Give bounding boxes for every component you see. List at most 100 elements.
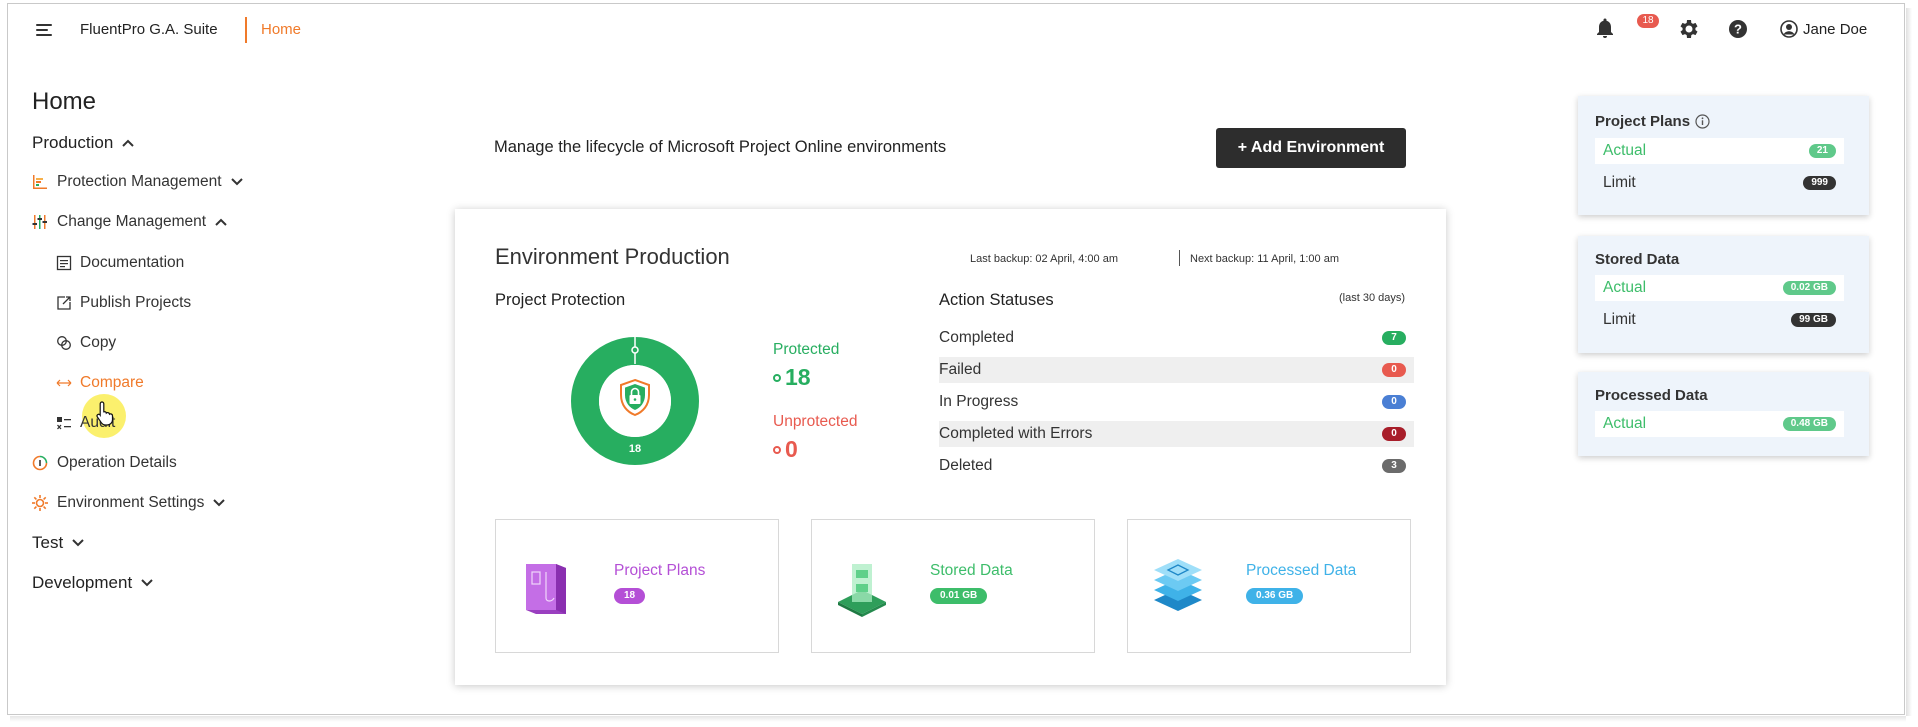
unprotected-value: 0 <box>773 436 798 463</box>
user-avatar-icon <box>1780 20 1798 38</box>
nav-sub-compare[interactable]: Compare <box>56 374 144 392</box>
nav-sub-label: Copy <box>80 334 117 351</box>
settings-button[interactable] <box>1677 17 1701 41</box>
donut-total-label: 18 <box>628 443 642 455</box>
usage-row-value: 21 <box>1808 144 1836 158</box>
audit-icon <box>57 417 71 430</box>
sliders-icon <box>32 215 47 229</box>
breadcrumb-home[interactable]: Home <box>261 21 301 38</box>
status-count: 0 <box>1382 363 1406 377</box>
usage-card-title-text: Project Plans <box>1595 113 1691 130</box>
chevron-down-icon <box>230 178 243 186</box>
nav-item-protection-management[interactable]: Protection Management <box>31 173 244 191</box>
compare-arrows-icon <box>56 379 72 387</box>
header-separator <box>245 17 247 43</box>
nav-item-label: Environment Settings <box>57 494 205 511</box>
nav-sub-copy[interactable]: Copy <box>56 334 116 352</box>
environment-title: Environment Production <box>495 244 730 269</box>
status-row-failed[interactable]: Failed 0 <box>939 357 1414 383</box>
status-label: In Progress <box>939 393 1019 410</box>
usage-card-title: Project Plans <box>1595 113 1710 130</box>
nav-sub-label: Documentation <box>80 254 185 271</box>
nav-item-label: Change Management <box>57 213 207 230</box>
card-value: 0.01 GB <box>930 588 988 604</box>
usage-row-label: Actual <box>1603 279 1647 296</box>
usage-row-value: 0.02 GB <box>1782 281 1836 295</box>
status-count: 7 <box>1382 331 1406 345</box>
user-menu[interactable]: Jane Doe <box>1780 19 1867 39</box>
status-count: 0 <box>1382 427 1406 441</box>
chevron-down-icon <box>213 499 226 507</box>
nav-group-label: Development <box>32 573 133 592</box>
usage-card-project-plans: Project Plans Actual 21 Limit 999 <box>1578 96 1869 215</box>
nav-sub-documentation[interactable]: Documentation <box>56 254 184 272</box>
last-backup: Last backup: 02 April, 4:00 am <box>970 253 1118 265</box>
document-icon <box>56 255 72 271</box>
unprotected-dot <box>773 445 781 454</box>
unprotected-value-text: 0 <box>785 436 798 462</box>
protection-donut-chart: 18 <box>570 336 700 466</box>
card-stored-data[interactable]: Stored Data 0.01 GB <box>811 519 1095 653</box>
nav-group-development[interactable]: Development <box>32 573 154 593</box>
add-environment-button[interactable]: + Add Environment <box>1216 128 1406 168</box>
copy-icon <box>57 336 71 350</box>
nav-item-change-management[interactable]: Change Management <box>31 213 228 231</box>
backup-separator <box>1179 250 1180 266</box>
usage-row-label: Limit <box>1603 174 1636 191</box>
card-project-plans[interactable]: Project Plans 18 <box>495 519 779 653</box>
card-value: 0.36 GB <box>1246 588 1304 604</box>
card-title: Project Plans <box>614 562 706 579</box>
top-bar: FluentPro G.A. Suite Home 18 ? Jane Doe <box>0 0 1918 58</box>
card-title: Processed Data <box>1246 562 1357 579</box>
status-row-completed-with-errors[interactable]: Completed with Errors 0 <box>939 421 1414 447</box>
protected-value: 18 <box>773 364 811 391</box>
donut-marker-dot <box>631 346 639 354</box>
usage-row-limit: Limit 99 GB <box>1595 307 1844 333</box>
next-backup: Next backup: 11 April, 1:00 am <box>1190 253 1339 265</box>
usage-row-value: 99 GB <box>1791 313 1836 327</box>
nav-item-operation-details[interactable]: Operation Details <box>31 454 177 472</box>
statuses-period: (last 30 days) <box>1339 292 1406 304</box>
status-label: Failed <box>939 361 982 378</box>
nav-item-environment-settings[interactable]: Environment Settings <box>31 494 226 512</box>
usage-row-label: Actual <box>1603 415 1647 432</box>
unprotected-label: Unprotected <box>773 413 858 430</box>
card-processed-data[interactable]: Processed Data 0.36 GB <box>1127 519 1411 653</box>
status-row-completed[interactable]: Completed 7 <box>939 325 1414 351</box>
usage-card-title: Stored Data <box>1595 251 1680 268</box>
usage-row-actual: Actual 0.48 GB <box>1595 411 1844 437</box>
protected-value-text: 18 <box>785 364 811 390</box>
manage-description: Manage the lifecycle of Microsoft Projec… <box>494 138 947 156</box>
protection-chart-icon <box>33 175 47 189</box>
hamburger-menu-icon[interactable] <box>36 24 56 38</box>
info-icon[interactable] <box>1695 114 1710 129</box>
environment-card: Environment Production Last backup: 02 A… <box>455 209 1446 685</box>
status-label: Completed with Errors <box>939 425 1093 442</box>
processed-data-icon <box>1154 559 1202 611</box>
app-name: FluentPro G.A. Suite <box>80 21 218 38</box>
usage-card-title: Processed Data <box>1595 387 1708 404</box>
gear-icon <box>1680 20 1698 38</box>
chevron-down-icon <box>141 579 153 587</box>
hand-cursor-icon <box>96 401 114 426</box>
usage-card-processed-data: Processed Data Actual 0.48 GB <box>1578 372 1869 456</box>
nav-group-production[interactable]: Production <box>32 133 135 153</box>
nav-item-label: Protection Management <box>57 173 222 190</box>
usage-row-label: Limit <box>1603 311 1636 328</box>
environment-settings-icon <box>32 495 48 511</box>
help-button[interactable]: ? <box>1726 17 1750 41</box>
nav-sub-publish-projects[interactable]: Publish Projects <box>56 294 191 312</box>
notifications-button[interactable] <box>1593 17 1617 41</box>
project-plans-icon <box>526 564 566 614</box>
status-row-in-progress[interactable]: In Progress 0 <box>939 389 1414 415</box>
chevron-down-icon <box>72 539 84 547</box>
nav-sub-label: Compare <box>80 374 144 391</box>
card-value: 18 <box>614 588 646 604</box>
status-count: 0 <box>1382 395 1406 409</box>
help-icon: ? <box>1729 20 1747 38</box>
protected-label: Protected <box>773 341 840 358</box>
nav-sub-label: Publish Projects <box>80 294 192 311</box>
nav-group-test[interactable]: Test <box>32 533 85 553</box>
status-row-deleted[interactable]: Deleted 3 <box>939 453 1414 479</box>
card-title: Stored Data <box>930 562 1013 579</box>
